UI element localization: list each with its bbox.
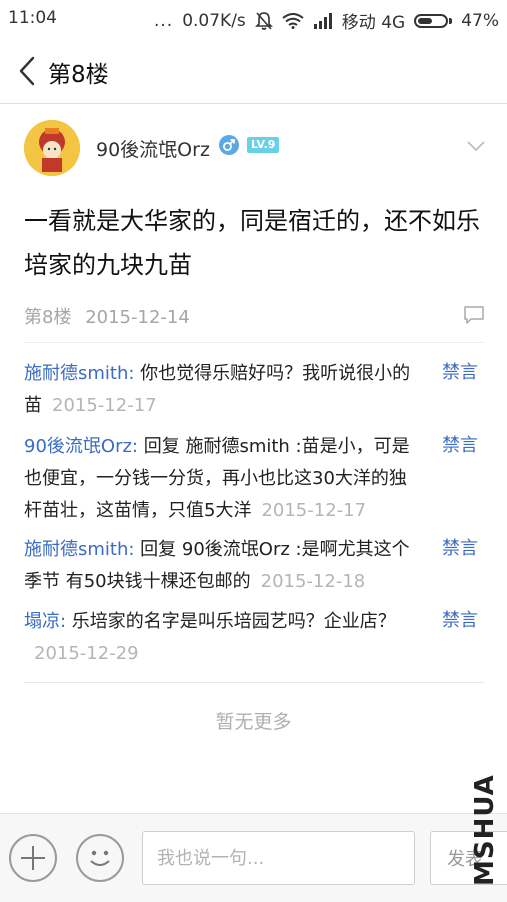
- smiley-icon: [90, 850, 110, 866]
- status-time: 11:04: [8, 8, 57, 28]
- battery-icon: [414, 13, 453, 28]
- reply-author[interactable]: 塌凉:: [24, 611, 66, 632]
- reply-item: 施耐德smith: 你也觉得乐赔好吗？我听说很小的苗 2015-12-17: [24, 358, 424, 422]
- watermark: MSHUA: [470, 774, 500, 886]
- network-speed: 0.07K/s: [182, 10, 246, 31]
- reply-text: 乐培家的名字是叫乐培园艺吗？企业店？: [66, 611, 396, 632]
- reply-author[interactable]: 施耐德smith:: [24, 539, 134, 560]
- signal-icon: [313, 12, 332, 29]
- reply-author[interactable]: 施耐德smith:: [24, 363, 134, 384]
- status-bar: 11:04 ... 0.07K/s 移动 4G 47%: [0, 0, 507, 36]
- reply-bottom-divider: [24, 682, 484, 683]
- reply-time: 2015-12-18: [260, 571, 366, 592]
- male-icon: [219, 135, 239, 155]
- post-content: 一看就是大华家的，同是宿迁的，还不如乐培家的九块九苗: [24, 207, 480, 279]
- emoji-button[interactable]: [76, 834, 124, 882]
- mute-button[interactable]: 禁言: [442, 606, 478, 632]
- mute-button[interactable]: 禁言: [442, 431, 478, 457]
- bottom-bar: 发表: [0, 813, 507, 902]
- no-more-label: 暂无更多: [215, 711, 292, 733]
- header: 第8楼: [0, 40, 507, 102]
- reply-top-divider: [24, 342, 484, 343]
- header-divider: [0, 103, 507, 104]
- plus-button[interactable]: [9, 834, 57, 882]
- reply-item: 90後流氓Orz: 回复 施耐德smith :苗是小，可是也便宜，一分钱一分货，…: [24, 431, 424, 527]
- comment-icon[interactable]: [463, 305, 485, 325]
- mute-button[interactable]: 禁言: [442, 534, 478, 560]
- reply-author[interactable]: 90後流氓Orz:: [24, 436, 138, 457]
- post-username[interactable]: 90後流氓Orz: [96, 135, 210, 162]
- wifi-icon: [282, 12, 304, 29]
- reply-item: 施耐德smith: 回复 90後流氓Orz :是啊尤其这个季节 有50块钱十棵还…: [24, 534, 424, 598]
- avatar[interactable]: [24, 120, 80, 176]
- mute-bell-icon: [254, 11, 273, 30]
- plus-icon: [21, 846, 45, 870]
- battery-percent: 47%: [461, 10, 499, 31]
- reply-time: 2015-12-17: [261, 500, 367, 521]
- post-date: 2015-12-14: [85, 307, 190, 328]
- level-badge: LV.9: [247, 137, 280, 153]
- carrier-label: 移动 4G: [341, 13, 406, 33]
- page-title: 第8楼: [48, 62, 109, 88]
- reply-time: 2015-12-29: [34, 643, 139, 664]
- back-arrow-icon[interactable]: [14, 54, 42, 88]
- mute-button[interactable]: 禁言: [442, 358, 478, 384]
- reply-input[interactable]: [142, 831, 415, 885]
- more-dots: ...: [153, 10, 174, 31]
- floor-meta: 第8楼 2015-12-14: [24, 303, 190, 329]
- reply-time: 2015-12-17: [52, 395, 157, 416]
- floor-number: 第8楼: [24, 307, 72, 328]
- status-right: ... 0.07K/s 移动 4G 47%: [153, 8, 499, 34]
- chevron-down-icon[interactable]: [466, 140, 486, 152]
- reply-item: 塌凉: 乐培家的名字是叫乐培园艺吗？企业店？ 2015-12-29: [24, 606, 424, 670]
